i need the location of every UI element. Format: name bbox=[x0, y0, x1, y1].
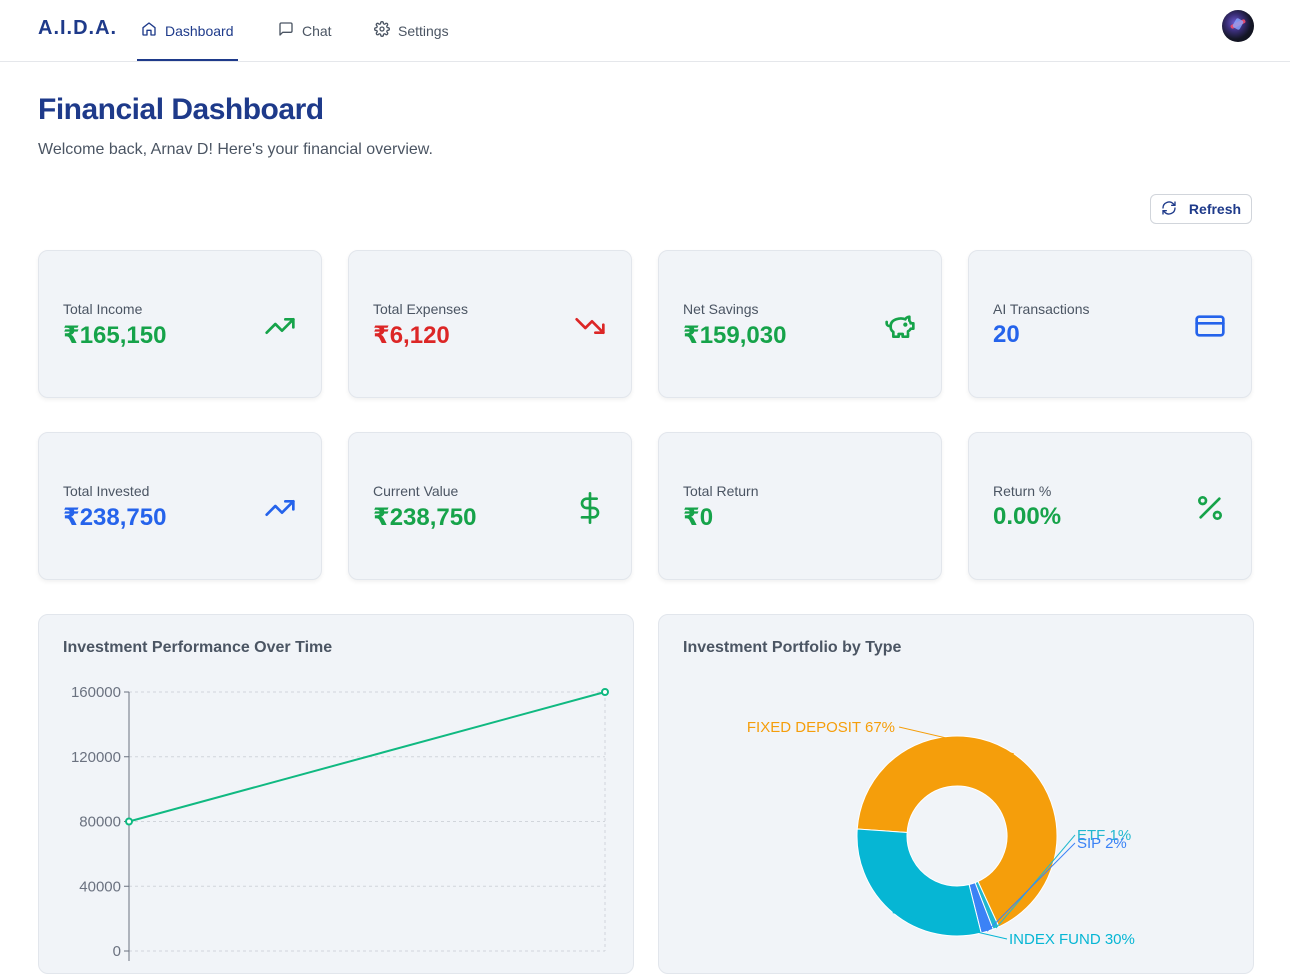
chat-icon bbox=[278, 21, 294, 40]
stat-label: AI Transactions bbox=[993, 301, 1090, 317]
tab-settings[interactable]: Settings bbox=[374, 0, 449, 61]
stat-label: Current Value bbox=[373, 483, 459, 499]
slice-label: FIXED DEPOSIT 67% bbox=[747, 719, 895, 736]
stat-label: Total Return bbox=[683, 483, 759, 499]
data-point bbox=[125, 817, 133, 826]
avatar[interactable] bbox=[1222, 10, 1254, 42]
pie-slice bbox=[856, 828, 982, 937]
stat-label: Net Savings bbox=[683, 301, 759, 317]
y-tick-label: 160000 bbox=[71, 684, 121, 701]
y-tick-label: 120000 bbox=[71, 749, 121, 766]
stat-card-total-return: Total Return ₹0 bbox=[658, 432, 942, 580]
page-title: Financial Dashboard bbox=[38, 93, 324, 126]
stat-value: ₹159,030 bbox=[683, 322, 787, 349]
stat-value: ₹0 bbox=[683, 504, 714, 531]
tab-label: Dashboard bbox=[165, 22, 234, 39]
tab-dashboard[interactable]: Dashboard bbox=[137, 0, 238, 61]
dollar-icon bbox=[573, 491, 607, 525]
data-point bbox=[601, 688, 609, 696]
stat-value: 0.00% bbox=[993, 503, 1062, 530]
piggy-bank-icon bbox=[883, 309, 917, 343]
performance-chart-panel: Investment Performance Over Time 0 40000 8… bbox=[38, 614, 634, 974]
stat-value: ₹238,750 bbox=[373, 504, 477, 531]
y-tick-label: 80000 bbox=[79, 814, 121, 831]
tab-label: Chat bbox=[302, 22, 332, 39]
stat-label: Return % bbox=[993, 483, 1052, 499]
percent-icon bbox=[1193, 491, 1227, 525]
brand-logo[interactable]: A.I.D.A. bbox=[38, 17, 117, 40]
stat-label: Total Expenses bbox=[373, 301, 468, 317]
stat-value: ₹165,150 bbox=[63, 322, 167, 349]
trending-down-icon bbox=[573, 309, 607, 343]
page-subtitle: Welcome back, Arnav D! Here's your finan… bbox=[38, 141, 433, 158]
refresh-button[interactable]: Refresh bbox=[1150, 194, 1252, 224]
trending-up-icon bbox=[263, 491, 297, 525]
stat-card-net-savings: Net Savings ₹159,030 bbox=[658, 250, 942, 398]
stat-label: Total Income bbox=[63, 301, 143, 317]
line-chart: 04000080000120000160000 bbox=[71, 684, 609, 961]
slice-label: SIP 2% bbox=[1077, 835, 1127, 852]
stat-card-total-income: Total Income ₹165,150 bbox=[38, 250, 322, 398]
tab-chat[interactable]: Chat bbox=[278, 0, 332, 61]
stat-value: 20 bbox=[993, 321, 1020, 348]
top-nav: A.I.D.A. Dashboard Chat Settings bbox=[0, 0, 1290, 62]
portfolio-chart-panel: Investment Portfolio by Type FIXED DEPOS… bbox=[658, 614, 1254, 974]
stat-card-total-invested: Total Invested ₹238,750 bbox=[38, 432, 322, 580]
home-icon bbox=[141, 21, 157, 40]
slice-label: INDEX FUND 30% bbox=[1009, 931, 1135, 948]
stat-value: ₹6,120 bbox=[373, 322, 450, 349]
refresh-icon bbox=[1161, 200, 1177, 219]
y-tick-label: 40000 bbox=[79, 878, 121, 895]
stat-value: ₹238,750 bbox=[63, 504, 167, 531]
donut-chart: FIXED DEPOSIT 67%ETF 1%SIP 2%INDEX FUND … bbox=[747, 719, 1135, 948]
stat-card-current-value: Current Value ₹238,750 bbox=[348, 432, 632, 580]
gear-icon bbox=[374, 21, 390, 40]
stat-label: Total Invested bbox=[63, 483, 150, 499]
stat-card-total-expenses: Total Expenses ₹6,120 bbox=[348, 250, 632, 398]
stat-card-ai-transactions: AI Transactions 20 bbox=[968, 250, 1252, 398]
trending-up-icon bbox=[263, 309, 297, 343]
refresh-label: Refresh bbox=[1188, 201, 1242, 217]
stat-card-return-percent: Return % 0.00% bbox=[968, 432, 1252, 580]
credit-card-icon bbox=[1193, 309, 1227, 343]
tab-label: Settings bbox=[398, 22, 449, 39]
